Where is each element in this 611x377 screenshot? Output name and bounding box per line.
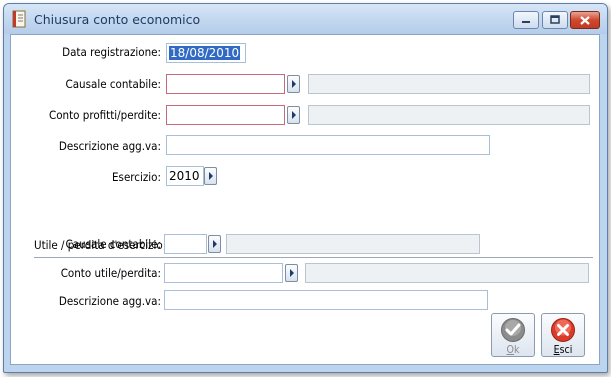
checkmark-icon — [501, 318, 525, 342]
chevron-right-icon — [289, 269, 294, 277]
utile-descrizione-agg-label: Descrizione agg.va: — [58, 294, 161, 308]
conto-utile-zoom-button[interactable] — [285, 264, 298, 282]
data-registrazione-value: 18/08/2010 — [169, 46, 241, 60]
minimize-icon — [522, 21, 530, 23]
document-icon — [12, 10, 26, 28]
conto-profitti-label: Conto profitti/perdite: — [48, 108, 161, 122]
title-bar[interactable]: Chiusura conto economico — [4, 4, 607, 34]
conto-profitti-zoom-button[interactable] — [287, 106, 300, 124]
utile-causale-contabile-zoom-button[interactable] — [208, 235, 221, 253]
causale-contabile-label: Causale contabile: — [65, 77, 161, 91]
utile-descrizione-agg-field[interactable] — [164, 290, 488, 310]
esci-button-label: Esci — [553, 344, 573, 356]
section-divider — [34, 257, 593, 258]
esercizio-zoom-button[interactable] — [204, 167, 217, 185]
dialog-window: Chiusura conto economico Data registrazi… — [3, 3, 608, 373]
chevron-right-icon — [208, 172, 213, 180]
conto-profitti-field[interactable] — [166, 105, 285, 125]
window-title: Chiusura conto economico — [34, 12, 201, 27]
descrizione-agg-field[interactable] — [166, 135, 490, 155]
esercizio-field[interactable]: 2010 — [166, 166, 204, 186]
causale-contabile-zoom-button[interactable] — [287, 75, 300, 93]
esci-button[interactable]: Esci — [541, 313, 585, 357]
close-button[interactable] — [570, 11, 600, 29]
ok-button[interactable]: Ok — [491, 313, 535, 357]
maximize-icon — [550, 15, 560, 24]
utile-causale-contabile-description — [226, 234, 480, 254]
conto-utile-description — [305, 263, 589, 283]
minimize-button[interactable] — [513, 11, 539, 29]
data-registrazione-field[interactable]: 18/08/2010 — [166, 43, 246, 63]
esercizio-label: Esercizio: — [112, 170, 161, 184]
maximize-button[interactable] — [542, 11, 568, 29]
chevron-right-icon — [291, 80, 296, 88]
close-icon — [580, 15, 590, 25]
causale-contabile-description — [308, 74, 590, 94]
conto-profitti-description — [308, 105, 590, 125]
chevron-right-icon — [291, 111, 296, 119]
data-registrazione-label: Data registrazione: — [62, 45, 161, 59]
conto-utile-field[interactable] — [164, 263, 283, 283]
ok-button-label: Ok — [506, 344, 520, 356]
utile-causale-contabile-label: Causale contabile: — [65, 237, 161, 251]
descrizione-agg-label: Descrizione agg.va: — [58, 139, 161, 153]
utile-causale-contabile-field[interactable] — [164, 234, 207, 254]
cancel-icon — [551, 318, 575, 342]
chevron-right-icon — [212, 240, 217, 248]
conto-utile-label: Conto utile/perdita: — [60, 266, 161, 280]
causale-contabile-field[interactable] — [166, 74, 285, 94]
